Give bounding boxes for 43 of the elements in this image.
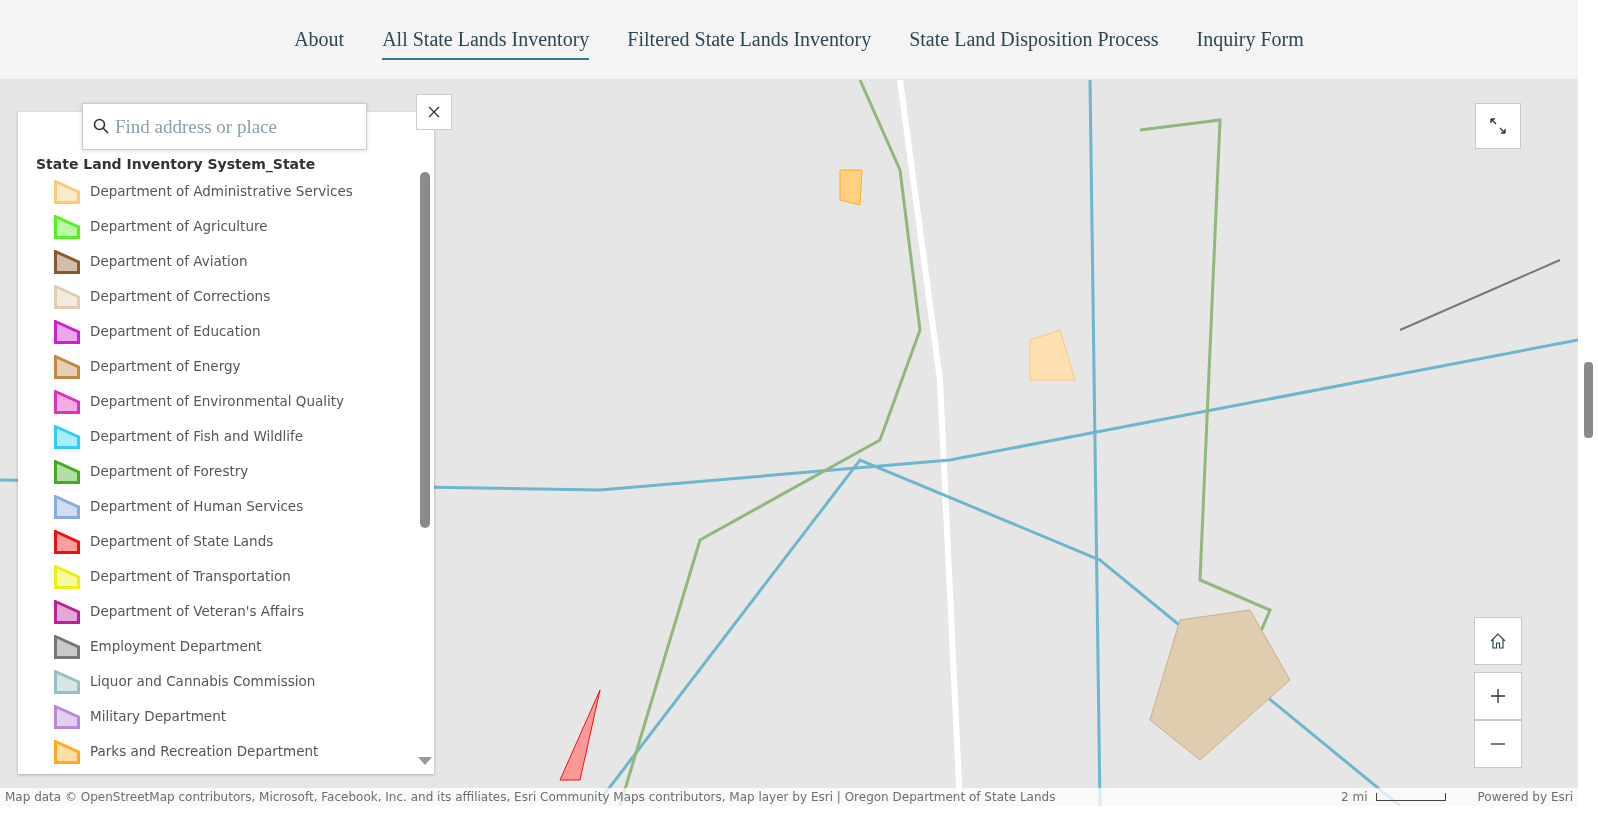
nav-link[interactable]: About: [294, 19, 345, 60]
legend-label: Military Department: [90, 707, 226, 727]
land-parcel[interactable]: [559, 689, 601, 781]
legend-label: Department of Human Services: [90, 497, 304, 517]
fullscreen-button[interactable]: [1475, 103, 1521, 149]
legend-label: Parks and Recreation Department: [90, 742, 319, 762]
close-button[interactable]: [416, 94, 452, 130]
land-parcel[interactable]: [839, 169, 863, 206]
legend-label: Department of Veteran's Affairs: [90, 602, 304, 622]
attribution-text: Map data © OpenStreetMap contributors, Microsoft, Facebook, Inc. and its affiliates, Esri Community Maps contributors, Map layer by Esri | Oregon Department of State Lands: [5, 789, 1056, 806]
legend-label: Department of Corrections: [90, 287, 271, 307]
search-field[interactable]: Find address or place: [82, 103, 367, 150]
legend-label: Department of Forestry: [90, 462, 249, 482]
zoom-in-button[interactable]: [1474, 672, 1522, 720]
legend-label: Department of Transportation: [90, 567, 291, 587]
land-parcel[interactable]: [1149, 609, 1291, 761]
page-scrollbar-thumb[interactable]: [1584, 362, 1593, 438]
scrollbar-thumb[interactable]: [420, 172, 430, 528]
minus-icon: [1491, 743, 1505, 745]
nav-link[interactable]: Inquiry Form: [1196, 19, 1304, 60]
nav-link[interactable]: All State Lands Inventory: [382, 19, 590, 60]
close-icon: [428, 106, 440, 118]
legend-label: Department of Education: [90, 322, 261, 342]
legend-label: Department of Energy: [90, 357, 241, 377]
scroll-down-icon[interactable]: [418, 757, 432, 765]
legend-label: Department of Administrative Services: [90, 182, 353, 202]
legend-label: Department of State Lands: [90, 532, 274, 552]
legend-label: Liquor and Cannabis Commission: [90, 672, 316, 692]
fullscreen-icon: [1489, 117, 1507, 135]
powered-by-link[interactable]: Powered by Esri: [1477, 788, 1573, 806]
legend-label: Department of Agriculture: [90, 217, 268, 237]
home-icon: [1489, 632, 1507, 650]
nav-link[interactable]: Filtered State Lands Inventory: [627, 19, 872, 60]
scale-bar: [1375, 793, 1446, 801]
plus-icon: [1491, 689, 1505, 703]
legend-label: Department of Fish and Wildlife: [90, 427, 304, 447]
legend-label: Employment Department: [90, 637, 262, 657]
legend-title: State Land Inventory System_State: [36, 155, 316, 175]
nav-link[interactable]: State Land Disposition Process: [909, 19, 1159, 60]
legend-label: Department of Environmental Quality: [90, 392, 345, 412]
legend-label: Department of Aviation: [90, 252, 248, 272]
home-button[interactable]: [1474, 617, 1522, 665]
scale-label: 2 mi: [1341, 789, 1368, 806]
